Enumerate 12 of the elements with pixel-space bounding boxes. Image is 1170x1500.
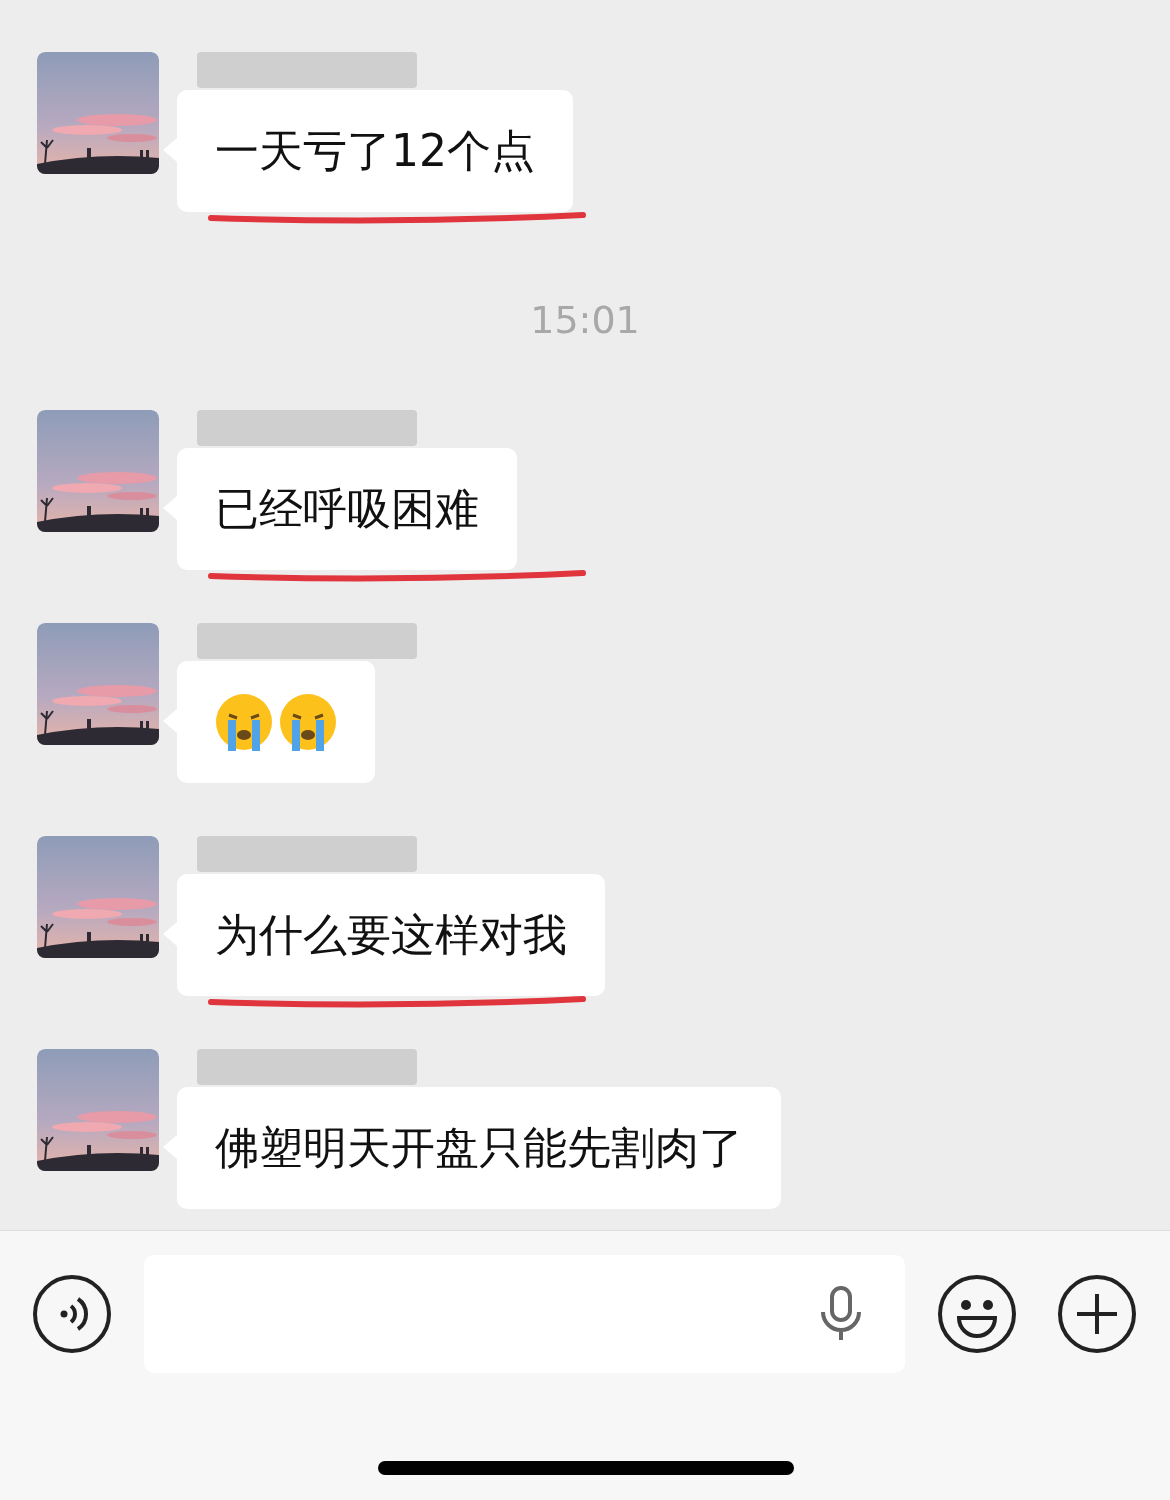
message-bubble: 一天亏了12个点 bbox=[177, 90, 573, 212]
plus-icon[interactable] bbox=[1057, 1274, 1137, 1354]
timestamp: 15:01 bbox=[530, 297, 640, 344]
emoji-icon[interactable] bbox=[937, 1274, 1017, 1354]
message-input-field[interactable] bbox=[144, 1255, 905, 1373]
crying-face-icon bbox=[215, 693, 273, 751]
crying-face-icon bbox=[279, 693, 337, 751]
message-bubble: 佛塑明天开盘只能先割肉了 bbox=[177, 1087, 781, 1209]
voice-icon[interactable] bbox=[32, 1274, 112, 1354]
microphone-icon[interactable] bbox=[819, 1286, 863, 1342]
message-bubble: 为什么要这样对我 bbox=[177, 874, 605, 996]
message-bubble: 已经呼吸困难 bbox=[177, 448, 517, 570]
